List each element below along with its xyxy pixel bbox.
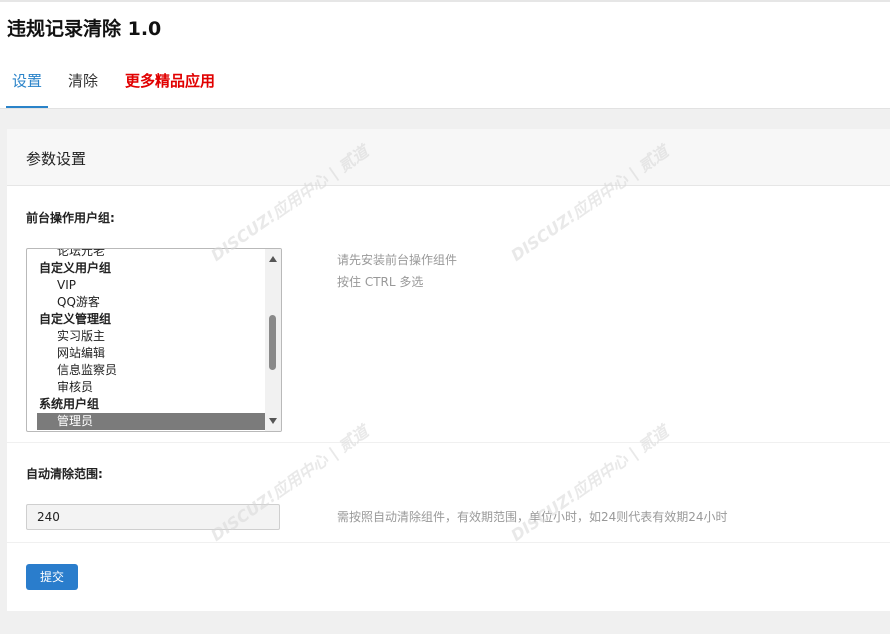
list-group-header: 自定义用户组 <box>39 261 112 275</box>
card-title: 参数设置 <box>26 150 87 168</box>
list-item[interactable]: 论坛元老 <box>27 249 265 260</box>
groups-hint-multiselect: 按住 CTRL 多选 <box>337 275 424 289</box>
settings-card: 参数设置 前台操作用户组: 论坛元老 自定义用户组 VIP QQ游客 自定义管理组实习版… <box>7 129 890 611</box>
list-item[interactable]: VIP <box>27 277 265 294</box>
list-item[interactable]: 实习版主 <box>27 328 265 345</box>
list-group-header: 系统用户组 <box>39 397 100 411</box>
scroll-up-icon[interactable] <box>269 256 277 262</box>
tab-settings[interactable]: 设置 <box>6 56 48 108</box>
tab-more-apps[interactable]: 更多精品应用 <box>125 56 215 106</box>
tab-clear[interactable]: 清除 <box>68 56 98 106</box>
divider <box>7 442 890 443</box>
list-item[interactable]: 审核员 <box>27 379 265 396</box>
groups-hint-install: 请先安装前台操作组件 <box>337 253 458 267</box>
range-field-label: 自动清除范围: <box>26 467 103 481</box>
groups-field-label: 前台操作用户组: <box>26 211 115 225</box>
card-header: 参数设置 <box>7 129 890 186</box>
user-groups-options: 论坛元老 自定义用户组 VIP QQ游客 自定义管理组实习版主 网站编辑 信息监察员 审核员系… <box>27 249 265 430</box>
divider <box>7 542 890 543</box>
listbox-scrollbar[interactable] <box>265 249 281 431</box>
scrollbar-thumb[interactable] <box>269 315 276 370</box>
list-item[interactable]: QQ游客 <box>27 294 265 311</box>
list-item[interactable]: 管理员 <box>37 413 265 430</box>
clear-range-input[interactable] <box>26 504 280 530</box>
user-groups-multiselect[interactable]: 论坛元老 自定义用户组 VIP QQ游客 自定义管理组实习版主 网站编辑 信息监察员 审核员系… <box>26 248 282 432</box>
list-item[interactable]: 信息监察员 <box>27 362 265 379</box>
top-bar: 违规记录清除 1.0 设置 清除 更多精品应用 <box>0 0 890 109</box>
page-title: 违规记录清除 1.0 <box>7 18 162 40</box>
list-item[interactable]: 网站编辑 <box>27 345 265 362</box>
submit-button[interactable]: 提交 <box>26 564 78 590</box>
range-hint: 需按照自动清除组件，有效期范围，单位小时，如24则代表有效期24小时 <box>337 510 728 524</box>
top-shadow <box>0 0 890 2</box>
scroll-down-icon[interactable] <box>269 418 277 424</box>
list-group-header: 自定义管理组 <box>39 312 112 326</box>
